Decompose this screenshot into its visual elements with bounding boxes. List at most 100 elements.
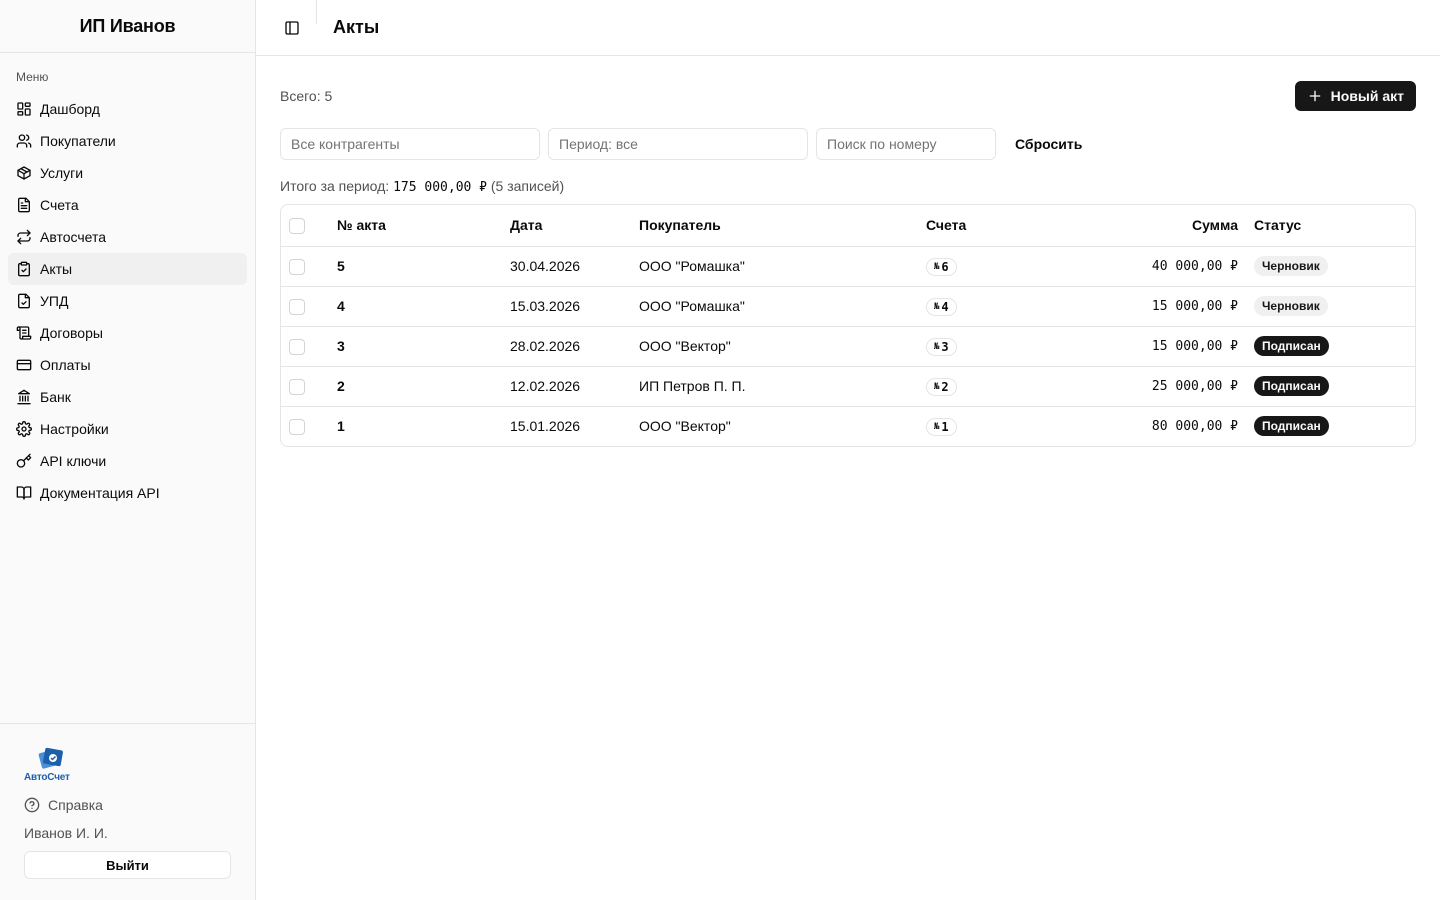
invoice-badge[interactable]: № 1 xyxy=(926,418,957,437)
dashboard-icon xyxy=(16,101,32,117)
sidebar-item-label: Оплаты xyxy=(40,357,91,373)
number-sign-icon: № xyxy=(934,302,940,312)
table-header-row: № акта Дата Покупатель Счета Сумма Стату… xyxy=(281,205,1415,246)
act-sum: 40 000,00 ₽ xyxy=(1151,258,1238,274)
toolbar: Всего: 5 Новый акт xyxy=(280,81,1416,111)
sidebar-item-scroll[interactable]: Договоры xyxy=(8,317,247,349)
act-date: 28.02.2026 xyxy=(510,338,581,354)
app-logo: АвтоСчет xyxy=(24,746,76,783)
sidebar-item-clipboard-check[interactable]: Акты xyxy=(8,253,247,285)
sidebar-item-repeat[interactable]: Автосчета xyxy=(8,221,247,253)
column-header[interactable]: Сумма xyxy=(1076,205,1254,246)
new-act-button[interactable]: Новый акт xyxy=(1294,81,1416,111)
column-header[interactable]: Покупатель xyxy=(639,205,926,246)
column-header[interactable]: № акта xyxy=(337,205,510,246)
scroll-icon xyxy=(16,325,32,341)
invoice-badge[interactable]: № 6 xyxy=(926,258,957,276)
sidebar-item-book-open[interactable]: Документация API xyxy=(8,477,247,509)
table-row[interactable]: 5 30.04.2026 ООО "Ромашка" № 6 40 000,00 ₽ Чер… xyxy=(281,246,1415,286)
sidebar-item-label: Автосчета xyxy=(40,229,107,245)
counterparty-filter[interactable] xyxy=(280,128,540,160)
help-circle-icon xyxy=(24,797,40,813)
act-date: 15.01.2026 xyxy=(510,418,581,435)
logout-button[interactable]: Выйти xyxy=(24,851,231,879)
sidebar-item-label: Дашборд xyxy=(40,101,100,117)
sidebar-item-users[interactable]: Покупатели xyxy=(8,125,247,157)
row-checkbox[interactable] xyxy=(289,338,305,355)
topbar-divider xyxy=(316,0,317,24)
sidebar-item-label: Акты xyxy=(40,261,73,277)
status-badge: Подписан xyxy=(1254,376,1329,396)
panel-left-icon xyxy=(285,20,299,35)
act-number[interactable]: 4 xyxy=(337,298,345,314)
invoice-number: 4 xyxy=(941,300,949,314)
row-checkbox[interactable] xyxy=(289,418,305,435)
org-title: ИП Иванов xyxy=(79,15,176,36)
row-checkbox[interactable] xyxy=(289,298,305,315)
sidebar-item-file-text[interactable]: Счета xyxy=(8,189,247,221)
table-row[interactable]: 1 15.01.2026 ООО "Вектор" № 1 80 000,00 ₽ Подп… xyxy=(281,406,1415,446)
act-number[interactable]: 2 xyxy=(337,378,345,394)
act-date: 15.03.2026 xyxy=(510,298,581,314)
act-sum: 15 000,00 ₽ xyxy=(1151,298,1238,314)
act-buyer: ИП Петров П. П. xyxy=(639,378,746,394)
invoice-number: 1 xyxy=(941,420,949,435)
help-link[interactable]: Справка xyxy=(24,795,231,815)
invoice-badge[interactable]: № 4 xyxy=(926,298,957,316)
status-badge: Черновик xyxy=(1254,256,1328,276)
app: ИП Иванов Меню Дашборд Покупатели Услуги Сч… xyxy=(0,0,1440,900)
file-text-icon xyxy=(16,197,32,213)
table-row[interactable]: 2 12.02.2026 ИП Петров П. П. № 2 25 000,00 ₽ П… xyxy=(281,366,1415,406)
sidebar-item-label: Услуги xyxy=(40,165,84,181)
book-open-icon xyxy=(16,485,32,501)
main: Акты Всего: 5 Новый акт Сбросить Итого xyxy=(256,0,1440,900)
act-number[interactable]: 5 xyxy=(337,258,345,274)
period-filter[interactable] xyxy=(548,128,808,160)
reset-button[interactable]: Сбросить xyxy=(1004,128,1093,160)
users-icon xyxy=(16,133,32,149)
sidebar-item-key[interactable]: API ключи xyxy=(8,445,247,477)
row-checkbox[interactable] xyxy=(289,378,305,395)
content: Всего: 5 Новый акт Сбросить Итого за пер… xyxy=(256,56,1440,447)
number-sign-icon: № xyxy=(934,382,940,392)
sidebar-item-label: Договоры xyxy=(40,325,103,341)
logo-text: АвтоСчет xyxy=(24,772,70,783)
number-sign-icon: № xyxy=(934,342,940,352)
status-badge: Черновик xyxy=(1254,296,1328,316)
sidebar-item-settings[interactable]: Настройки xyxy=(8,413,247,445)
column-header[interactable]: Счета xyxy=(926,205,1076,246)
sidebar-item-package[interactable]: Услуги xyxy=(8,157,247,189)
sidebar-item-landmark[interactable]: Банк xyxy=(8,381,247,413)
sidebar-footer: АвтоСчет Справка Иванов И. И. Выйти xyxy=(0,723,255,900)
sidebar-item-label: УПД xyxy=(40,293,69,309)
search-input[interactable] xyxy=(816,128,996,160)
sidebar-item-label: Покупатели xyxy=(40,133,116,149)
column-header[interactable]: Статус xyxy=(1254,205,1415,246)
table-row[interactable]: 3 28.02.2026 ООО "Вектор" № 3 15 000,00 ₽ Подп… xyxy=(281,326,1415,366)
logo-icon xyxy=(38,747,63,769)
row-checkbox[interactable] xyxy=(289,258,305,275)
new-act-label: Новый акт xyxy=(1330,88,1404,104)
act-number[interactable]: 1 xyxy=(337,418,345,434)
topbar: Акты xyxy=(256,0,1440,56)
file-check-icon xyxy=(16,293,32,309)
status-badge: Подписан xyxy=(1254,336,1329,356)
select-all-checkbox[interactable] xyxy=(289,217,305,234)
table-row[interactable]: 4 15.03.2026 ООО "Ромашка" № 4 15 000,00 ₽ Чер… xyxy=(281,286,1415,326)
sidebar-item-credit-card[interactable]: Оплаты xyxy=(8,349,247,381)
sidebar-item-label: Настройки xyxy=(40,421,109,437)
invoice-number: 3 xyxy=(941,340,949,354)
user-name: Иванов И. И. xyxy=(24,825,108,841)
act-buyer: ООО "Вектор" xyxy=(639,418,731,435)
sidebar-toggle-button[interactable] xyxy=(278,14,306,42)
act-number[interactable]: 3 xyxy=(337,338,345,354)
sidebar-item-dashboard[interactable]: Дашборд xyxy=(8,93,247,125)
invoice-badge[interactable]: № 2 xyxy=(926,378,957,396)
number-sign-icon: № xyxy=(934,422,940,433)
sidebar-item-file-check[interactable]: УПД xyxy=(8,285,247,317)
key-icon xyxy=(16,453,32,469)
summary-amount: 175 000,00 ₽ xyxy=(393,180,487,195)
column-header[interactable]: Дата xyxy=(510,205,639,246)
invoice-badge[interactable]: № 3 xyxy=(926,338,957,356)
act-sum: 25 000,00 ₽ xyxy=(1151,378,1238,394)
